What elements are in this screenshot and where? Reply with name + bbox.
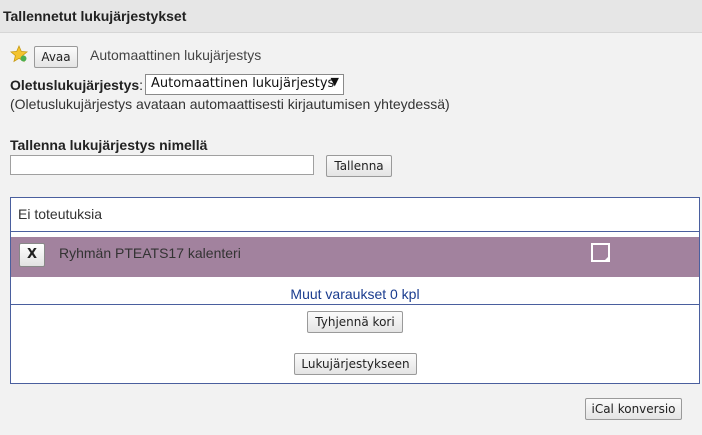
calendar-toggle-icon[interactable]	[591, 243, 610, 262]
clear-cart-button[interactable]: Tyhjennä kori	[307, 311, 403, 333]
save-as-label: Tallenna lukujärjestys nimellä	[10, 137, 208, 153]
open-button[interactable]: Avaa	[34, 46, 78, 68]
default-schedule-label-text: Oletuslukujärjestys	[10, 77, 140, 93]
cart-item-label: Ryhmän PTEATS17 kalenteri	[59, 245, 241, 261]
default-schedule-selected: Automaattinen lukujärjestys	[151, 76, 335, 91]
default-schedule-note: (Oletuslukujärjestys avataan automaattis…	[10, 96, 450, 112]
schedule-name-input[interactable]	[10, 155, 314, 175]
default-schedule-select[interactable]: Automaattinen lukujärjestys ▼	[145, 74, 344, 95]
default-schedule-colon: :	[139, 77, 144, 93]
default-schedule-label: Oletuslukujärjestys:	[10, 77, 143, 93]
cart-header-row: Ei toteutuksia	[11, 198, 699, 232]
ical-conversion-button[interactable]: iCal konversio	[585, 398, 682, 420]
cart-divider	[11, 304, 699, 305]
dropdown-arrow-icon: ▼	[330, 75, 339, 88]
star-icon[interactable]	[10, 45, 28, 63]
remove-item-button[interactable]: X	[19, 243, 45, 267]
cart-empty-text: Ei toteutuksia	[18, 206, 103, 222]
cart-box: Ei toteutuksia X Ryhmän PTEATS17 kalente…	[10, 197, 700, 384]
panel-title: Tallennetut lukujärjestykset	[3, 8, 187, 24]
other-reservations-link[interactable]: Muut varaukset 0 kpl	[11, 286, 699, 302]
current-schedule-name: Automaattinen lukujärjestys	[90, 47, 262, 63]
panel-header: Tallennetut lukujärjestykset	[0, 0, 702, 33]
to-schedule-button[interactable]: Lukujärjestykseen	[294, 353, 417, 375]
save-button[interactable]: Tallenna	[326, 155, 392, 177]
cart-item-row: X Ryhmän PTEATS17 kalenteri	[11, 237, 699, 277]
